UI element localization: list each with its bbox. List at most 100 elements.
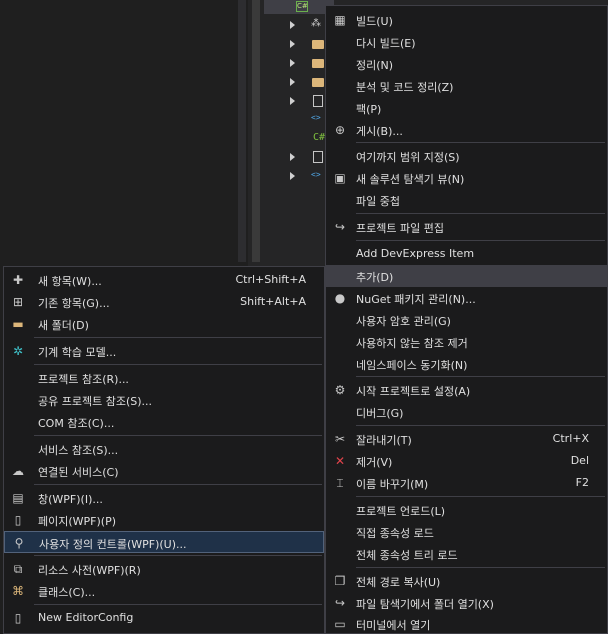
tree-row[interactable] [285,35,330,54]
menu-item-label: 기존 항목(G)... [38,297,110,310]
file-icon [313,95,323,107]
menu-item-window-wpf[interactable]: ▤ 창(WPF)(I)... [4,487,324,509]
menu-separator [34,364,322,365]
menu-separator [34,337,322,338]
menu-item-clean[interactable]: 정리(N) [326,53,607,75]
menu-item-shortcut: Ctrl+Shift+A [235,273,306,286]
menu-item-load-dep-tree[interactable]: 전체 종속성 트리 로드 [326,543,607,565]
menu-item-label: 프로젝트 파일 편집 [356,222,444,236]
chevron-right-icon[interactable] [290,97,295,105]
menu-item-new-explorer-view[interactable]: ▣ 새 솔루션 탐색기 뷰(N) [326,167,607,189]
chevron-right-icon[interactable] [290,172,295,180]
menu-item-label: 사용자 정의 컨트롤(WPF)(U)... [39,538,187,551]
resource-dictionary-icon: ⧉ [13,562,23,576]
tree-row[interactable] [285,148,330,167]
menu-item-label: 새 폴더(D) [38,319,89,332]
menu-item-publish[interactable]: ⊕ 게시(B)... [326,119,607,141]
menu-item-label: 터미널에서 열기 [356,619,431,633]
menu-item-page-wpf[interactable]: ▯ 페이지(WPF)(P) [4,509,324,531]
menu-item-unload[interactable]: 프로젝트 언로드(L) [326,499,607,521]
tree-row[interactable]: C# [285,129,330,148]
tree-row[interactable]: <> [285,110,330,129]
menu-item-label: 기계 학습 모델... [38,346,117,359]
menu-item-new-folder[interactable]: ▬ 새 폴더(D) [4,313,324,335]
menu-item-analyze[interactable]: 분석 및 코드 정리(Z) [326,75,607,97]
menu-item-com-ref[interactable]: COM 참조(C)... [4,411,324,433]
gear-icon: ⚙ [334,383,346,398]
menu-item-load-direct-deps[interactable]: 직접 종속성 로드 [326,521,607,543]
menu-item-open-folder[interactable]: ↪ 파일 탐색기에서 폴더 열기(X) [326,592,607,614]
menu-item-ml-model[interactable]: ✲ 기계 학습 모델... [4,340,324,362]
menu-item-label: 파일 탐색기에서 폴더 열기(X) [356,597,494,611]
chevron-right-icon[interactable] [290,153,295,161]
menu-item-build[interactable]: ▦ 빌드(U) [326,9,607,31]
menu-item-new-item[interactable]: ✚ 새 항목(W)... Ctrl+Shift+A [4,269,324,291]
menu-item-label: 서비스 참조(S)... [38,444,119,457]
chevron-right-icon[interactable] [290,21,295,29]
menu-item-sync-namespaces[interactable]: 네임스페이스 동기화(N) [326,353,607,375]
menu-item-label: 이름 바꾸기(M) [356,478,429,491]
menu-item-set-startup[interactable]: ⚙ 시작 프로젝트로 설정(A) [326,379,607,401]
menu-item-user-secrets[interactable]: 사용자 암호 관리(G) [326,309,607,331]
menu-item-scope[interactable]: 여기까지 범위 지정(S) [326,145,607,167]
menu-item-nuget[interactable]: ● NuGet 패키지 관리(N)... [326,287,607,309]
menu-item-label: 정리(N) [356,58,394,72]
menu-item-label: COM 참조(C)... [38,417,115,430]
menu-item-user-control-wpf[interactable]: ⚲ 사용자 정의 컨트롤(WPF)(U)... [4,531,324,553]
menu-item-cut[interactable]: ✂ 잘라내기(T) Ctrl+X [326,428,607,450]
menu-item-open-terminal[interactable]: ▭ 터미널에서 열기 [326,613,607,634]
folder-icon [312,78,324,87]
tree-row[interactable]: <> [285,167,330,186]
menu-item-remove[interactable]: ✕ 제거(V) Del [326,450,607,472]
new-folder-icon: ▬ [12,317,24,331]
menu-item-add-devexpress[interactable]: Add DevExpress Item [326,243,607,265]
menu-item-rename[interactable]: ⌶ 이름 바꾸기(M) F2 [326,472,607,494]
folder-icon [312,40,324,49]
menu-item-service-ref[interactable]: 서비스 참조(S)... [4,438,324,460]
tree-row[interactable] [285,54,330,73]
window-icon: ▤ [12,491,24,505]
menu-item-connected-service[interactable]: ☁ 연결된 서비스(C) [4,460,324,482]
menu-item-edit-project[interactable]: ↪ 프로젝트 파일 편집 [326,216,607,238]
menu-item-project-ref[interactable]: 프로젝트 참조(R)... [4,367,324,389]
menu-item-editorconfig[interactable]: ▯ New EditorConfig [4,607,324,629]
ml-model-icon: ✲ [12,344,24,358]
menu-item-shared-project-ref[interactable]: 공유 프로젝트 참조(S)... [4,389,324,411]
menu-separator [356,142,605,144]
class-icon: ⌘ [12,584,24,598]
menu-item-debug[interactable]: 디버그(G) [326,401,607,423]
menu-item-resource-dict[interactable]: ⧉ 리소스 사전(WPF)(R) [4,558,324,580]
menu-item-add[interactable]: 추가(D) [326,264,607,287]
open-folder-icon: ↪ [334,595,346,610]
chevron-right-icon[interactable] [290,78,295,86]
menu-item-label: NuGet 패키지 관리(N)... [356,292,476,306]
chevron-right-icon[interactable] [290,40,295,48]
menu-item-remove-unused-refs[interactable]: 사용하지 않는 참조 제거 [326,331,607,353]
tree-row[interactable] [285,73,330,92]
menu-item-label: 팩(P) [356,102,382,116]
terminal-icon: ▭ [334,617,346,632]
pane-splitter[interactable] [238,0,246,262]
menu-separator [356,213,605,215]
menu-item-copy-path[interactable]: ❐ 전체 경로 복사(U) [326,570,607,592]
menu-item-label: 여기까지 범위 지정(S) [356,151,460,165]
menu-item-shortcut: Ctrl+X [552,432,589,446]
tree-row[interactable] [285,92,330,111]
menu-item-existing-item[interactable]: ⊞ 기존 항목(G)... Shift+Alt+A [4,291,324,313]
scissors-icon: ✂ [334,432,346,447]
solution-explorer-scrollbar[interactable] [252,0,260,262]
menu-item-file-nesting[interactable]: 파일 중첩 [326,189,607,211]
file-icon [313,151,323,163]
connected-service-icon: ☁ [12,464,24,478]
menu-item-label: 클래스(C)... [38,586,96,599]
chevron-right-icon[interactable] [290,59,295,67]
nuget-icon: ● [334,290,346,305]
menu-item-rebuild[interactable]: 다시 빌드(E) [326,31,607,53]
menu-item-label: 사용하지 않는 참조 제거 [356,336,468,350]
menu-item-pack[interactable]: 팩(P) [326,97,607,119]
menu-separator [356,240,605,241]
build-icon: ▦ [334,13,346,27]
project-node[interactable]: C# [264,0,334,14]
menu-item-class[interactable]: ⌘ 클래스(C)... [4,580,324,602]
tree-row[interactable]: ⁂ [285,16,330,35]
